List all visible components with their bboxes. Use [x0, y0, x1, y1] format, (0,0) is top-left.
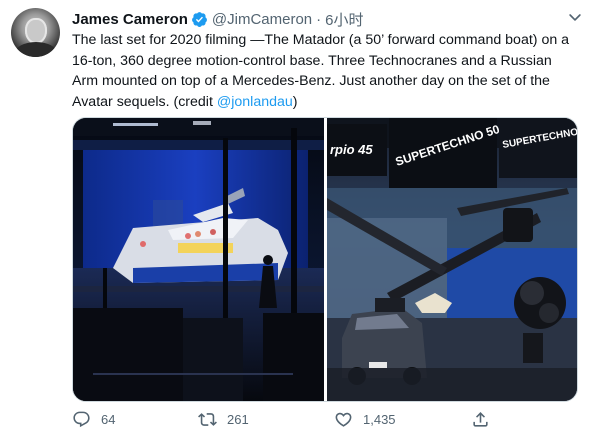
avatar[interactable] [11, 8, 60, 57]
tweet-header: James Cameron @JimCameron · 6小时 [72, 9, 364, 29]
like-count: 1,435 [363, 412, 396, 427]
tweet[interactable]: James Cameron @JimCameron · 6小时 The last… [0, 0, 593, 442]
tweet-timestamp[interactable]: 6小时 [325, 9, 363, 30]
reply-icon [73, 411, 90, 428]
rpio-sign: rpio 45 [330, 142, 373, 157]
avatar-face [25, 18, 47, 44]
mention-link[interactable]: @jonlandau [217, 94, 293, 110]
boat-set-image [73, 118, 324, 401]
media-grid: rpio 45 SUPERTECHNO 50 SUPERTECHNO 15 [72, 117, 578, 402]
retweet-button[interactable]: 261 [198, 410, 249, 429]
author-handle[interactable]: @JimCameron [212, 11, 312, 28]
tweet-text-end: ) [292, 93, 298, 110]
avatar-shoulders [15, 42, 57, 57]
like-icon [335, 412, 352, 427]
verified-badge-icon [191, 11, 207, 27]
reply-button[interactable]: 64 [72, 410, 115, 429]
retweet-icon [198, 413, 217, 426]
header-separator: · [316, 10, 322, 28]
like-button[interactable]: 1,435 [334, 410, 396, 429]
reply-count: 64 [101, 412, 116, 427]
share-icon [473, 412, 488, 427]
tweet-text: The last set for 2020 filming —The Matad… [72, 30, 577, 112]
action-bar: 64 261 1,435 [72, 410, 552, 434]
crane-set-image: rpio 45 SUPERTECHNO 50 SUPERTECHNO 15 [327, 118, 577, 401]
chevron-down-icon[interactable] [567, 9, 583, 25]
tweet-text-main: The last set for 2020 filming —The Matad… [72, 32, 570, 110]
author-name[interactable]: James Cameron [72, 11, 188, 28]
photo-crane-set[interactable]: rpio 45 SUPERTECHNO 50 SUPERTECHNO 15 [327, 118, 577, 401]
share-button[interactable] [471, 410, 490, 429]
retweet-count: 261 [227, 412, 249, 427]
photo-boat-set[interactable] [73, 118, 324, 401]
